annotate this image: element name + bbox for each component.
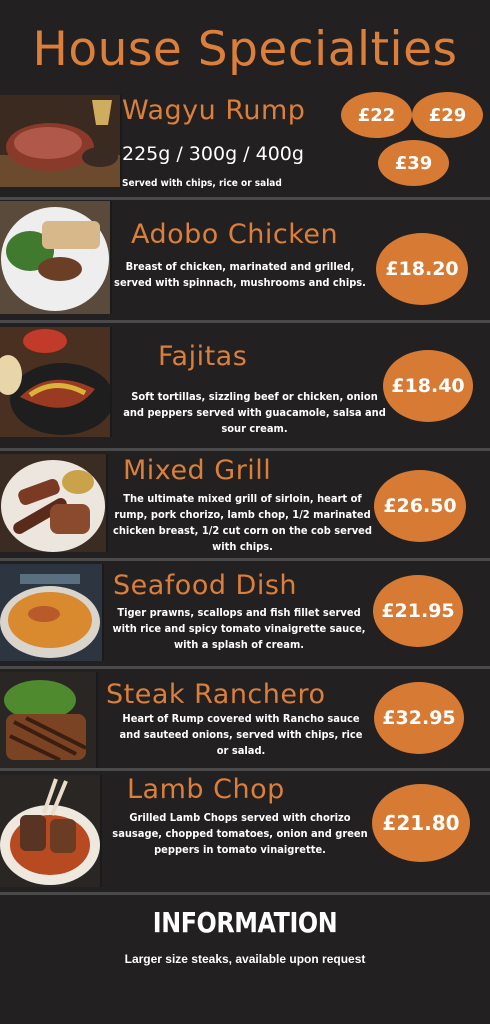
information-text: Larger size steaks, available upon reque… (124, 952, 366, 966)
divider (0, 448, 490, 451)
fajitas-photo (0, 327, 112, 437)
page-title: House Specialties (32, 22, 458, 77)
dish-description: Breast of chicken, marinated and grilled… (114, 260, 366, 289)
price-badge: £18.20 (376, 233, 468, 305)
wagyu-rump-photo (0, 95, 122, 187)
price-badge: £21.80 (372, 784, 470, 862)
mixed-grill-photo (0, 454, 108, 552)
price-badge: £32.95 (374, 682, 464, 754)
divider (0, 320, 490, 323)
dish-name: Wagyu Rump (122, 95, 306, 126)
divider (0, 768, 490, 771)
seafood-dish-photo (0, 564, 104, 661)
divider (0, 666, 490, 669)
steak-ranchero-photo (0, 672, 98, 768)
price-badge: £29 (412, 92, 483, 138)
dish-name: Steak Ranchero (106, 679, 326, 710)
dish-description: Grilled Lamb Chops served with chorizo s… (112, 811, 368, 856)
dish-description: Tiger prawns, scallops and fish fillet s… (112, 606, 366, 651)
dish-name: Lamb Chop (127, 774, 285, 805)
adobo-chicken-photo (0, 201, 112, 314)
divider (0, 558, 490, 561)
dish-sizes: 225g / 300g / 400g (122, 143, 304, 165)
divider (0, 197, 490, 200)
dish-description: The ultimate mixed grill of sirloin, hea… (113, 492, 372, 553)
dish-name: Fajitas (158, 341, 248, 372)
dish-description: Heart of Rump covered with Rancho sauce … (119, 712, 363, 757)
dish-name: Seafood Dish (113, 570, 298, 601)
price-badge: £21.95 (373, 575, 463, 647)
price-badge: £26.50 (374, 470, 466, 542)
price-badge: £39 (378, 140, 449, 186)
dish-name: Adobo Chicken (131, 219, 339, 250)
lamb-chop-photo (0, 775, 102, 887)
divider (0, 892, 490, 895)
dish-description: Served with chips, rice or salad (122, 178, 282, 189)
dish-description: Soft tortillas, sizzling beef or chicken… (123, 390, 386, 435)
price-badge: £18.40 (383, 350, 473, 422)
price-badge: £22 (341, 92, 412, 138)
information-heading: INFORMATION (152, 906, 338, 939)
dish-name: Mixed Grill (123, 455, 272, 486)
